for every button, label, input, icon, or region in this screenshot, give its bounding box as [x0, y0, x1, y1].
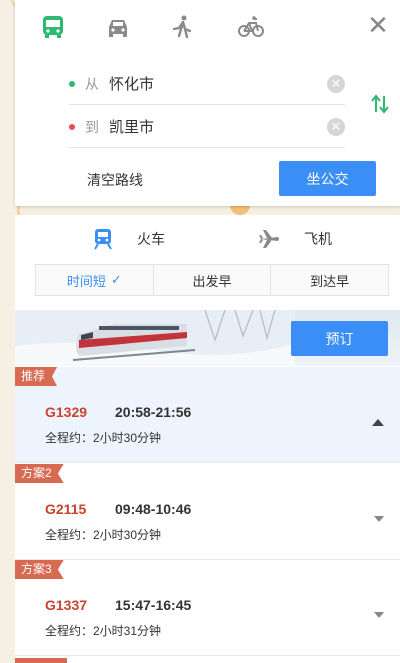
bike-mode-icon[interactable]	[237, 13, 265, 41]
next-tag-badge	[15, 658, 67, 663]
sort-earliest-departure[interactable]: 出发早	[154, 265, 272, 295]
train-duration: 全程约：2小时30分钟	[45, 528, 162, 542]
train-option-card[interactable]: 方案3 G1337 15:47-16:45 全程约：2小时31分钟	[15, 560, 400, 656]
check-icon: ✓	[110, 272, 122, 287]
search-bus-button[interactable]: 坐公交	[279, 161, 376, 196]
clear-from-icon[interactable]: ✕	[327, 74, 345, 93]
train-duration: 全程约：2小时30分钟	[45, 431, 162, 445]
from-label: 从	[85, 75, 99, 92]
bus-mode-icon[interactable]	[39, 13, 67, 41]
travel-mode-row: ✕	[15, 0, 400, 55]
tab-train[interactable]: 火车	[93, 228, 165, 250]
sort-bar: 时间短 ✓ 出发早 到达早	[35, 264, 389, 296]
tag-badge: 推荐	[15, 367, 58, 386]
tag-badge: 方案2	[15, 464, 64, 483]
collapse-caret-icon[interactable]	[372, 419, 384, 426]
train-time: 09:48-10:46	[115, 501, 192, 517]
tab-plane[interactable]: 飞机	[258, 228, 332, 250]
walk-mode-icon[interactable]	[168, 13, 196, 41]
tag-badge: 方案3	[15, 560, 64, 579]
to-dot-icon	[69, 123, 75, 130]
train-duration: 全程约：2小时31分钟	[45, 624, 162, 638]
sort-option-label: 出发早	[192, 273, 232, 289]
tab-train-label: 火车	[137, 231, 165, 247]
to-label: 到	[85, 118, 99, 135]
route-panel: ✕ 从 怀化市 ✕ 到 凯里市 ✕ 清空路线 坐公交	[15, 0, 400, 206]
transport-tabs: 火车 飞机	[15, 215, 400, 265]
clear-route-link[interactable]: 清空路线	[87, 170, 143, 190]
results-panel: 火车 飞机 时间短 ✓ 出发早 到达早 预订 推荐 G1329 20:58-21…	[15, 215, 400, 663]
from-field[interactable]: 从 怀化市 ✕	[69, 63, 345, 105]
car-mode-icon[interactable]	[104, 13, 132, 41]
sort-shortest-time[interactable]: 时间短 ✓	[36, 265, 154, 295]
train-number: G1337	[45, 597, 88, 613]
from-dot-icon	[69, 80, 75, 87]
sort-option-label: 时间短	[66, 273, 106, 289]
sort-option-label: 到达早	[310, 273, 350, 289]
sort-earliest-arrival[interactable]: 到达早	[271, 265, 388, 295]
train-option-card[interactable]: 方案2 G2115 09:48-10:46 全程约：2小时30分钟	[15, 464, 400, 560]
train-banner: 预订	[15, 310, 400, 366]
train-banner-image	[15, 310, 295, 366]
from-input[interactable]: 怀化市	[109, 73, 327, 94]
close-icon[interactable]: ✕	[364, 12, 392, 40]
plane-icon	[259, 230, 279, 248]
train-number: G2115	[45, 501, 87, 517]
train-time: 15:47-16:45	[115, 597, 192, 613]
tab-plane-label: 飞机	[304, 231, 332, 247]
train-number: G1329	[45, 404, 88, 420]
to-input[interactable]: 凯里市	[109, 116, 327, 137]
train-option-card[interactable]: 推荐 G1329 20:58-21:56 全程约：2小时30分钟	[15, 367, 400, 463]
swap-direction-icon[interactable]	[369, 93, 391, 115]
clear-to-icon[interactable]: ✕	[327, 117, 345, 136]
to-field[interactable]: 到 凯里市 ✕	[69, 106, 345, 148]
book-button[interactable]: 预订	[291, 321, 388, 356]
train-time: 20:58-21:56	[115, 404, 192, 420]
train-icon	[94, 229, 112, 250]
expand-caret-icon[interactable]	[374, 612, 384, 618]
expand-caret-icon[interactable]	[374, 516, 384, 522]
